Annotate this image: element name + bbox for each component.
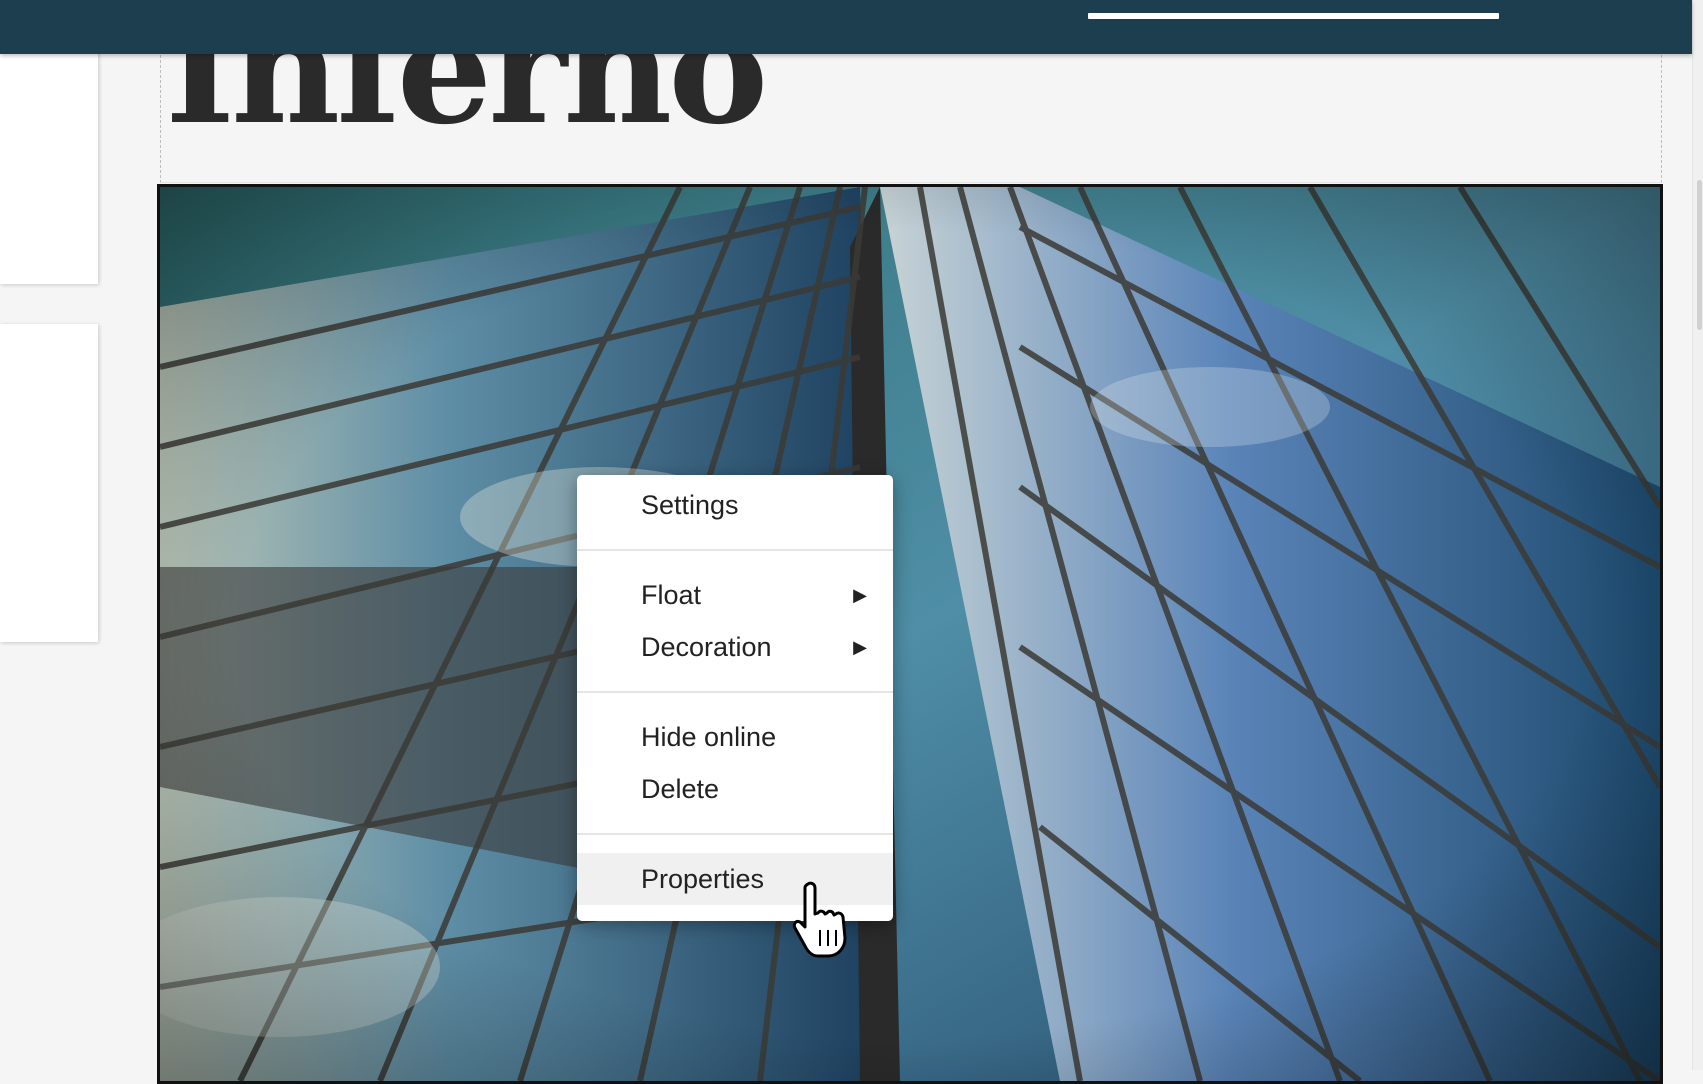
scrollbar-thumb[interactable] [1697,180,1702,330]
menu-separator [577,691,893,693]
scrollbar-track[interactable] [1692,0,1703,1070]
heading-block[interactable]: Inferno [160,50,1662,183]
sidebar-card-middle [0,324,98,642]
top-toolbar [0,0,1692,54]
menu-item-label: Hide online [641,722,777,752]
menu-separator [577,833,893,835]
menu-item-decoration[interactable]: Decoration ▶ [577,621,893,673]
submenu-arrow-icon: ▶ [853,637,867,657]
toolbar-indicator-bar [1088,13,1499,19]
menu-item-label: Settings [641,490,739,520]
menu-item-label: Delete [641,774,720,804]
sidebar-card-top [0,44,98,284]
menu-item-float[interactable]: Float ▶ [577,569,893,621]
pointer-hand-cursor-icon [792,881,847,958]
menu-group-settings: Settings [577,475,893,535]
context-menu: Settings Float ▶ Decoration ▶ Hide onlin… [577,475,893,921]
menu-group-actions: Hide online Delete [577,707,893,819]
menu-item-delete[interactable]: Delete [577,763,893,815]
menu-separator [577,549,893,551]
menu-item-hide-online[interactable]: Hide online [577,711,893,763]
submenu-arrow-icon: ▶ [853,585,867,605]
image-block-skyscraper[interactable] [157,184,1663,1084]
skyscraper-photo [160,187,1660,1081]
page-heading: Inferno [165,50,768,158]
menu-item-label: Properties [641,864,765,894]
menu-group-layout: Float ▶ Decoration ▶ [577,565,893,677]
menu-item-label: Float [641,580,702,610]
menu-item-settings[interactable]: Settings [577,479,893,531]
menu-item-label: Decoration [641,632,772,662]
